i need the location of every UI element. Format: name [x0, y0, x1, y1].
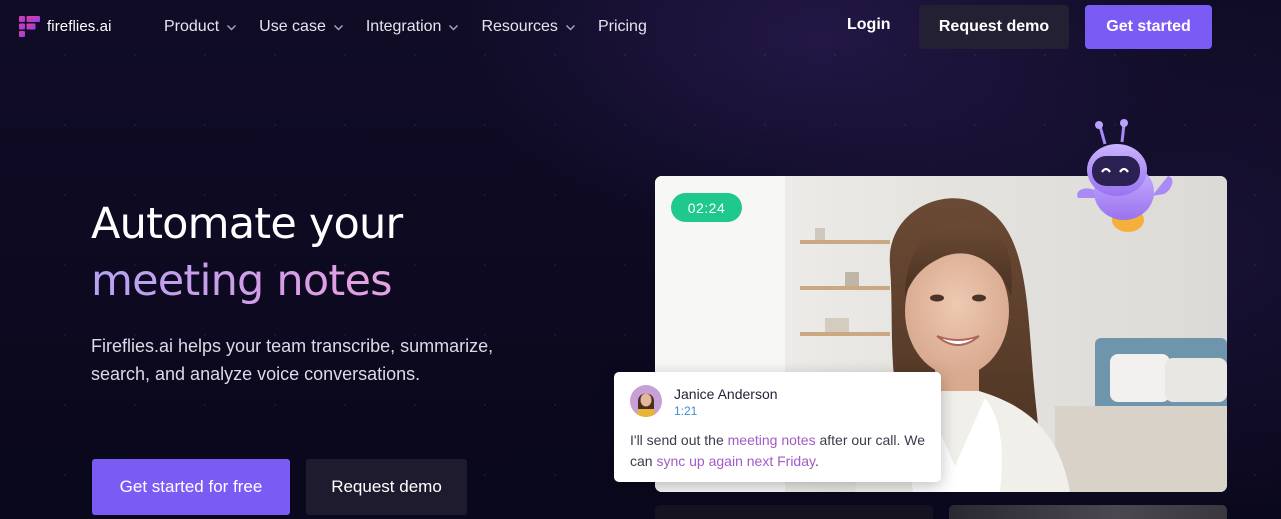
quote-text: I'll send out the [630, 432, 728, 448]
nav-item-use-case[interactable]: Use case [259, 18, 344, 36]
nav-item-integration[interactable]: Integration [366, 18, 460, 36]
hero-subcopy: Fireflies.ai helps your team transcribe,… [91, 336, 494, 384]
hero-request-demo-button[interactable]: Request demo [306, 459, 467, 515]
login-link[interactable]: Login [847, 16, 891, 34]
nav-item-label: Integration [365, 18, 442, 35]
nav-item-label: Use case [259, 18, 326, 35]
quote-highlight: meeting notes [727, 432, 816, 448]
robot-mascot-icon [1077, 119, 1173, 232]
nav-item-product[interactable]: Product [164, 18, 237, 36]
transcript-card[interactable]: Janice Anderson 1:21 I'll send out the m… [614, 372, 941, 482]
request-demo-button[interactable]: Request demo [919, 5, 1069, 49]
speaker-name: Janice Anderson [674, 386, 778, 402]
chevron-down-icon [227, 25, 237, 31]
chevron-down-icon [449, 25, 459, 31]
nav-item-label: Product [164, 18, 220, 35]
nav-item-pricing[interactable]: Pricing [598, 18, 647, 36]
transcript-quote: I'll send out the meeting notes after ou… [630, 430, 930, 471]
chevron-down-icon [565, 25, 575, 31]
fireflies-logo-icon [19, 16, 40, 37]
speaker-timestamp[interactable]: 1:21 [674, 404, 697, 418]
avatar [630, 385, 662, 417]
headline-line-1: Automate your [91, 199, 403, 249]
top-navigation: fireflies.ai Product Use case Integratio… [0, 0, 1281, 54]
logo-text: fireflies.ai [47, 18, 112, 35]
speaker-avatar-icon [630, 385, 662, 417]
quote-highlight: sync up again next Friday [656, 452, 815, 469]
nav-item-label: Pricing [597, 18, 647, 35]
logo-link[interactable]: fireflies.ai [19, 16, 112, 37]
nav-menu: Product Use case Integration Resources P… [164, 16, 647, 38]
headline-line-2: meeting notes [91, 253, 402, 310]
hero-headline: Automate your meeting notes [91, 196, 403, 310]
nav-item-resources[interactable]: Resources [481, 18, 575, 36]
feature-card-peek [949, 505, 1227, 519]
get-started-free-button[interactable]: Get started for free [92, 459, 290, 515]
quote-text: . [814, 452, 819, 469]
feature-card-peek [655, 505, 933, 519]
get-started-button[interactable]: Get started [1085, 5, 1212, 49]
recording-timer: 02:24 [671, 193, 742, 222]
chevron-down-icon [333, 25, 343, 31]
nav-item-label: Resources [481, 18, 558, 35]
